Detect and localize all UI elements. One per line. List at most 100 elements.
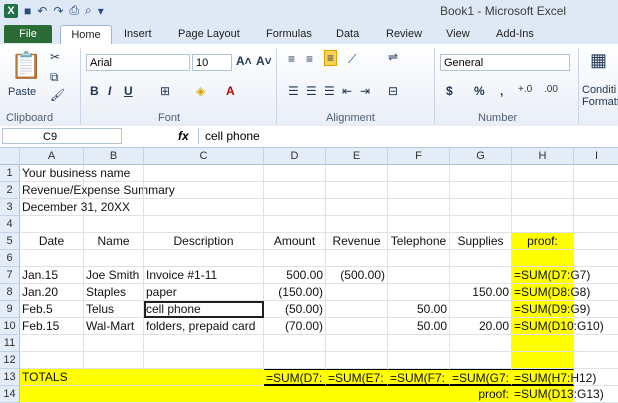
formula-input[interactable]: cell phone [198, 128, 618, 144]
cell-h4[interactable] [512, 216, 574, 233]
number-format-select[interactable]: General [440, 54, 570, 71]
underline-icon[interactable]: U [124, 84, 133, 98]
cell-f12[interactable] [388, 352, 450, 369]
cell-h10[interactable]: =SUM(D10:G10) [512, 318, 604, 335]
copy-icon[interactable]: ⧉ [50, 70, 59, 85]
cell-c13[interactable] [144, 369, 264, 386]
cell-c11[interactable] [144, 335, 264, 352]
column-header-c[interactable]: C [144, 148, 264, 165]
cell-g13[interactable]: =SUM(G7: [450, 369, 512, 386]
cell-b10[interactable]: Wal-Mart [84, 318, 144, 335]
cell-c6[interactable] [144, 250, 264, 267]
cell-e12[interactable] [326, 352, 388, 369]
row-header-12[interactable]: 12 [0, 352, 20, 369]
cell-d5[interactable]: Amount [264, 233, 326, 250]
cell-d10[interactable]: (70.00) [264, 318, 326, 335]
cell-i14[interactable] [574, 386, 618, 403]
cell-e6[interactable] [326, 250, 388, 267]
column-header-a[interactable]: A [20, 148, 84, 165]
row-header-7[interactable]: 7 [0, 267, 20, 284]
cell-i9[interactable] [574, 301, 618, 318]
cell-d6[interactable] [264, 250, 326, 267]
cell-i5[interactable] [574, 233, 618, 250]
cell-b8[interactable]: Staples [84, 284, 144, 301]
cell-f8[interactable] [388, 284, 450, 301]
insert-function-icon[interactable]: fx [178, 129, 189, 143]
cell-e3[interactable] [326, 199, 388, 216]
cell-i13[interactable] [574, 369, 618, 386]
cell-e13[interactable]: =SUM(E7: [326, 369, 388, 386]
decrease-decimal-icon[interactable]: .00 [544, 84, 558, 95]
cell-g3[interactable] [450, 199, 512, 216]
cell-e8[interactable] [326, 284, 388, 301]
print-preview-icon[interactable]: ⌕ [85, 3, 92, 18]
cell-g14[interactable]: proof: [450, 386, 512, 403]
cell-b7[interactable]: Joe Smith [84, 267, 144, 284]
cell-h9[interactable]: =SUM(D9:G9) [512, 301, 590, 318]
row-header-8[interactable]: 8 [0, 284, 20, 301]
cell-g10[interactable]: 20.00 [450, 318, 512, 335]
cell-b14[interactable] [84, 386, 144, 403]
customize-qat-icon[interactable]: ▾ [98, 4, 104, 18]
tab-formulas[interactable]: Formulas [266, 25, 312, 43]
cell-i4[interactable] [574, 216, 618, 233]
cell-c7[interactable]: Invoice #1-11 [144, 267, 264, 284]
increase-indent-icon[interactable]: ⇥ [360, 84, 370, 98]
cell-f11[interactable] [388, 335, 450, 352]
cell-c4[interactable] [144, 216, 264, 233]
save-icon[interactable]: ■ [24, 4, 31, 18]
cell-f6[interactable] [388, 250, 450, 267]
cell-h11[interactable] [512, 335, 574, 352]
percent-button[interactable]: % [474, 84, 485, 98]
cell-a13[interactable]: TOTALS [20, 369, 84, 386]
cell-b6[interactable] [84, 250, 144, 267]
cell-h7[interactable]: =SUM(D7:G7) [512, 267, 590, 284]
tab-add-ins[interactable]: Add-Ins [496, 25, 534, 43]
align-bottom-icon[interactable]: ≡ [324, 50, 338, 66]
cell-d2[interactable] [264, 182, 326, 199]
cell-c3[interactable] [144, 199, 264, 216]
cell-e14[interactable] [326, 386, 388, 403]
print-icon[interactable]: ⎙ [69, 3, 79, 18]
row-header-3[interactable]: 3 [0, 199, 20, 216]
cell-d9[interactable]: (50.00) [264, 301, 326, 318]
cell-d7[interactable]: 500.00 [264, 267, 326, 284]
cell-i3[interactable] [574, 199, 618, 216]
tab-insert[interactable]: Insert [124, 25, 152, 43]
cell-i10[interactable] [574, 318, 618, 335]
row-header-6[interactable]: 6 [0, 250, 20, 267]
tab-home[interactable]: Home [60, 25, 112, 44]
cell-a7[interactable]: Jan.15 [20, 267, 84, 284]
cell-h12[interactable] [512, 352, 574, 369]
cell-e10[interactable] [326, 318, 388, 335]
font-name-select[interactable]: Arial [86, 54, 190, 71]
tab-view[interactable]: View [446, 25, 470, 43]
paste-button[interactable]: Paste [8, 86, 36, 98]
shrink-font-icon[interactable]: A˅ [256, 54, 272, 68]
undo-icon[interactable]: ↶ [37, 4, 47, 18]
cell-a6[interactable] [20, 250, 84, 267]
cell-b1[interactable] [84, 165, 144, 182]
cell-e2[interactable] [326, 182, 388, 199]
bold-icon[interactable]: B [90, 84, 99, 98]
cell-g4[interactable] [450, 216, 512, 233]
name-box[interactable]: C9 [2, 128, 122, 144]
conditional-formatting-label[interactable]: Conditi [582, 84, 616, 96]
cell-a12[interactable] [20, 352, 84, 369]
cell-a8[interactable]: Jan.20 [20, 284, 84, 301]
cell-e1[interactable] [326, 165, 388, 182]
row-header-13[interactable]: 13 [0, 369, 20, 386]
grow-font-icon[interactable]: A˄ [236, 54, 252, 68]
row-header-9[interactable]: 9 [0, 301, 20, 318]
cut-icon[interactable]: ✂ [50, 50, 60, 64]
cell-i1[interactable] [574, 165, 618, 182]
wrap-text-icon[interactable]: ⇌ [388, 50, 398, 64]
column-header-e[interactable]: E [326, 148, 388, 165]
cell-b2[interactable] [84, 182, 144, 199]
cell-i6[interactable] [574, 250, 618, 267]
cell-h14[interactable]: =SUM(D13:G13) [512, 386, 604, 403]
cell-i11[interactable] [574, 335, 618, 352]
cell-e4[interactable] [326, 216, 388, 233]
cell-h1[interactable] [512, 165, 574, 182]
cell-d8[interactable]: (150.00) [264, 284, 326, 301]
